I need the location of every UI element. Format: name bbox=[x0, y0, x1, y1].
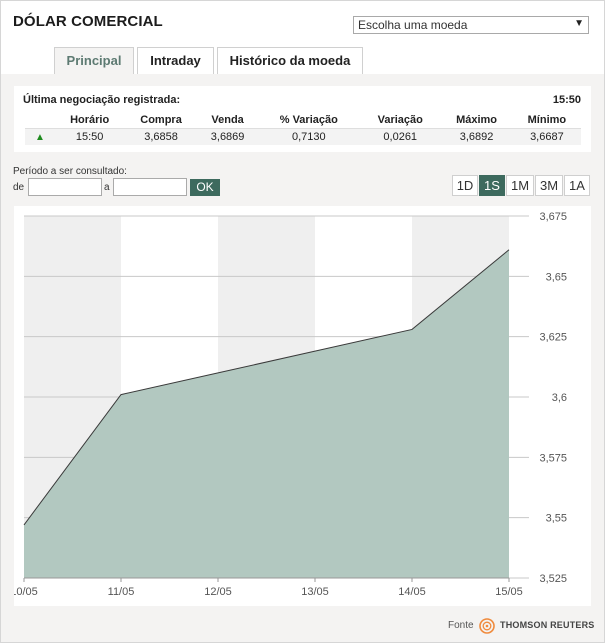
y-tick-label: 3,675 bbox=[539, 211, 567, 223]
source-label: Fonte bbox=[448, 620, 474, 631]
provider-name: THOMSON REUTERS bbox=[500, 620, 595, 630]
value-compra: 3,6858 bbox=[124, 128, 198, 145]
y-tick-label: 3,55 bbox=[546, 513, 567, 525]
col-horario: Horário bbox=[55, 112, 125, 129]
last-trade-time: 15:50 bbox=[552, 94, 581, 106]
to-label: a bbox=[104, 182, 110, 193]
value-maximo: 3,6892 bbox=[440, 128, 513, 145]
y-tick-label: 3,625 bbox=[539, 332, 567, 344]
period-label: Período a ser consultado: bbox=[13, 166, 127, 177]
tab-principal[interactable]: Principal bbox=[54, 47, 134, 74]
col-pct-variacao: % Variação bbox=[257, 112, 361, 129]
source-footer: Fonte THOMSON REUTERS bbox=[448, 618, 598, 636]
currency-select-value: Escolha uma moeda bbox=[358, 18, 468, 32]
x-tick-label: 11/05 bbox=[108, 586, 135, 598]
y-tick-label: 3,525 bbox=[539, 573, 567, 585]
y-tick-label: 3,65 bbox=[546, 271, 567, 283]
chevron-down-icon: ▼ bbox=[574, 18, 584, 29]
col-maximo: Máximo bbox=[440, 112, 513, 129]
range-1d-button[interactable]: 1D bbox=[452, 175, 478, 196]
price-chart: 3,675 3,65 3,625 3,6 3,575 3,55 3,525 10/05 11/0… bbox=[14, 206, 591, 606]
y-tick-label: 3,6 bbox=[552, 392, 567, 404]
last-trade-heading: Última negociação registrada: bbox=[23, 94, 181, 106]
value-horario: 15:50 bbox=[55, 128, 125, 145]
value-pct-variacao: 0,7130 bbox=[257, 128, 361, 145]
range-1a-button[interactable]: 1A bbox=[564, 175, 590, 196]
value-venda: 3,6869 bbox=[197, 128, 258, 145]
arrow-up-icon: ▲ bbox=[25, 128, 55, 145]
range-3m-button[interactable]: 3M bbox=[535, 175, 563, 196]
quote-value-row: ▲ 15:50 3,6858 3,6869 0,7130 0,0261 3,68… bbox=[25, 128, 581, 145]
from-label: de bbox=[13, 182, 25, 193]
x-tick-label: 10/05 bbox=[14, 586, 38, 598]
widget-header: DÓLAR COMERCIAL Escolha uma moeda ▼ Prin… bbox=[1, 1, 604, 74]
x-tick-label: 14/05 bbox=[398, 586, 426, 598]
tab-historico[interactable]: Histórico da moeda bbox=[217, 47, 363, 74]
thomson-reuters-logo-icon bbox=[479, 618, 495, 634]
tab-intraday[interactable]: Intraday bbox=[137, 47, 214, 74]
col-venda: Venda bbox=[197, 112, 258, 129]
price-chart-svg: 3,675 3,65 3,625 3,6 3,575 3,55 3,525 10/05 11/0… bbox=[14, 211, 567, 598]
x-tick-label: 15/05 bbox=[495, 586, 523, 598]
quote-table: Horário Compra Venda % Variação Variação… bbox=[25, 112, 581, 145]
to-date-input[interactable] bbox=[113, 178, 187, 196]
col-minimo: Mínimo bbox=[512, 112, 581, 129]
x-tick-label: 13/05 bbox=[301, 586, 329, 598]
y-tick-label: 3,575 bbox=[539, 452, 567, 464]
value-minimo: 3,6687 bbox=[512, 128, 581, 145]
value-variacao: 0,0261 bbox=[360, 128, 441, 145]
from-date-input[interactable] bbox=[28, 178, 102, 196]
currency-select[interactable]: Escolha uma moeda ▼ bbox=[353, 16, 589, 34]
col-compra: Compra bbox=[124, 112, 198, 129]
last-trade-card: Última negociação registrada: 15:50 Horá… bbox=[14, 86, 591, 152]
x-tick-label: 12/05 bbox=[204, 586, 232, 598]
ok-button[interactable]: OK bbox=[190, 179, 220, 196]
range-1m-button[interactable]: 1M bbox=[506, 175, 534, 196]
page-title: DÓLAR COMERCIAL bbox=[13, 13, 163, 30]
col-variacao: Variação bbox=[360, 112, 441, 129]
quote-header-row: Horário Compra Venda % Variação Variação… bbox=[25, 112, 581, 129]
range-1s-button[interactable]: 1S bbox=[479, 175, 505, 196]
currency-widget: DÓLAR COMERCIAL Escolha uma moeda ▼ Prin… bbox=[0, 0, 605, 643]
